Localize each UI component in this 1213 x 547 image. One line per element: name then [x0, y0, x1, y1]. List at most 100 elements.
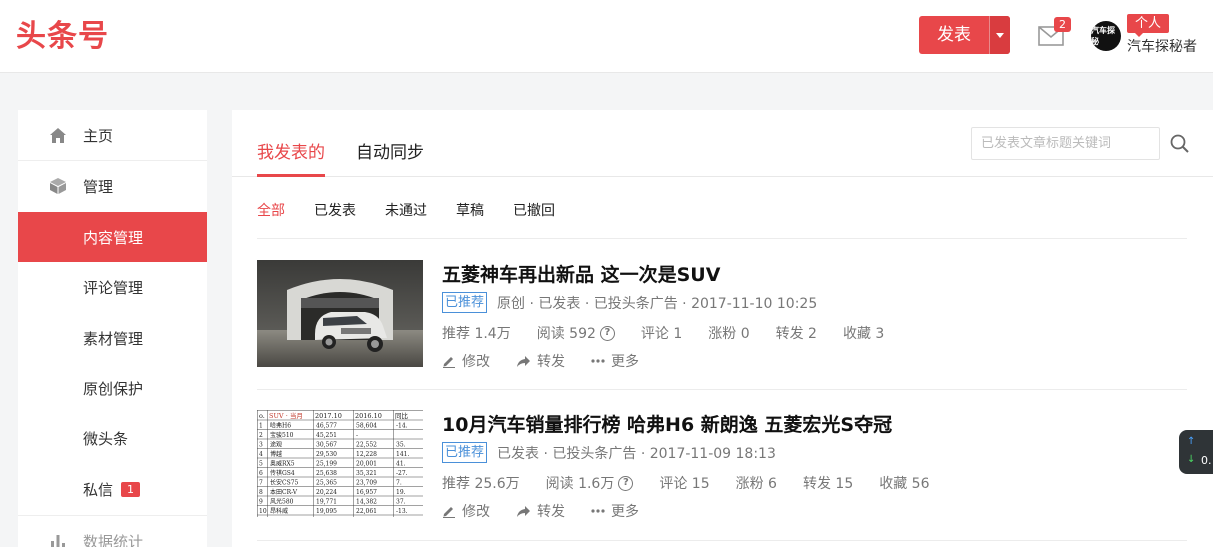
search-input[interactable] [971, 127, 1160, 160]
thumb-table-cell: 41. [396, 461, 406, 468]
thumb-table-cell: 37. [396, 499, 406, 506]
more-button[interactable]: 更多 [591, 351, 639, 371]
thumb-table-index-cell: 7 [259, 480, 263, 487]
chevron-down-icon [996, 32, 1004, 38]
share-button[interactable]: 转发 [516, 501, 565, 521]
sidebar-item-messages[interactable]: 私信 1 [18, 464, 207, 514]
tab-auto-sync[interactable]: 自动同步 [356, 138, 424, 163]
thumb-table-cell: 23,709 [356, 480, 377, 487]
sidebar-item-label: 原创保护 [83, 379, 144, 398]
article-title[interactable]: 10月汽车销量排行榜 哈弗H6 新朗逸 五菱宏光S夺冠 [442, 410, 892, 437]
thumb-table-cell: 传祺GS4 [270, 469, 295, 477]
sidebar-item-manage[interactable]: 管理 [18, 161, 207, 211]
sidebar-item-comment-manage[interactable]: 评论管理 [18, 262, 207, 312]
share-label: 转发 [537, 504, 565, 520]
account-type-badge: 个人 [1127, 14, 1170, 37]
sidebar-item-statistics[interactable]: 数据统计 [18, 516, 207, 547]
article-meta-text: 已发表 · 已投头条广告 · 2017-11-09 18:13 [497, 445, 776, 462]
stat-fans: 涨粉 6 [735, 476, 777, 492]
article-meta-text: 原创 · 已发表 · 已投头条广告 · 2017-11-10 10:25 [497, 295, 818, 312]
thumb-table-cell: 16,957 [356, 489, 377, 496]
thumb-table-cell: 哈弗H6 [270, 422, 291, 430]
more-dots-icon [591, 509, 605, 513]
divider [257, 238, 1187, 239]
article-title[interactable]: 五菱神车再出新品 这一次是SUV [442, 260, 720, 287]
sidebar-item-home[interactable]: 主页 [18, 110, 207, 160]
thumb-table-cell: 途观 [270, 441, 282, 449]
thumb-table-cell: 141. [396, 451, 409, 458]
thumb-table-cell: 昂科威 [270, 507, 288, 515]
divider [257, 540, 1187, 541]
thumb-table-cell: 14,382 [356, 499, 377, 506]
more-label: 更多 [611, 504, 639, 520]
share-label: 转发 [537, 354, 565, 370]
thumb-table-index-cell: 10 [259, 508, 267, 515]
help-icon[interactable]: ? [618, 475, 634, 491]
active-tab-indicator [257, 174, 325, 177]
publish-label[interactable]: 发表 [919, 16, 989, 54]
thumb-table-cell: -27. [396, 470, 408, 477]
thumb-table-header-cell: 2017.10 [315, 412, 342, 420]
message-count-badge: 1 [121, 481, 141, 497]
thumb-table-cell: 58,604 [356, 423, 377, 430]
more-button[interactable]: 更多 [591, 501, 639, 521]
bar-chart-icon [48, 531, 68, 547]
thumb-table-index-cell: 1 [259, 423, 263, 430]
article-meta: 已推荐 已发表 · 已投头条广告 · 2017-11-09 18:13 [442, 442, 776, 463]
thumb-table-index-cell: 3 [259, 442, 263, 449]
thumb-table-header-cell: 同比 [395, 411, 409, 420]
sidebar-item-content-manage[interactable]: 内容管理 [18, 212, 207, 262]
thumb-table-index-cell: 2 [259, 432, 263, 439]
tab-my-published[interactable]: 我发表的 [257, 138, 325, 163]
up-arrow-icon: ↑ [1187, 436, 1196, 447]
article-thumbnail[interactable] [257, 260, 423, 367]
thumb-table-cell: 19,771 [316, 499, 337, 506]
filter-all[interactable]: 全部 [257, 200, 285, 220]
filter-withdrawn[interactable]: 已撤回 [513, 200, 555, 220]
share-arrow-icon [517, 355, 530, 367]
filter-published[interactable]: 已发表 [314, 200, 356, 220]
thumb-table-cell: 12,228 [356, 451, 377, 458]
thumb-table-cell: 46,577 [316, 423, 337, 430]
stat-recommend: 推荐 1.4万 [442, 326, 511, 342]
stat-read-wrap: 阅读 592? [537, 323, 615, 343]
edit-button[interactable]: 修改 [442, 501, 490, 521]
publish-button[interactable]: 发表 [919, 16, 1010, 54]
search-icon[interactable] [1169, 133, 1191, 155]
share-button[interactable]: 转发 [516, 351, 565, 371]
filter-rejected[interactable]: 未通过 [385, 200, 427, 220]
sidebar-item-material-manage[interactable]: 素材管理 [18, 313, 207, 363]
username[interactable]: 汽车探秘者 [1127, 36, 1197, 56]
help-icon[interactable]: ? [599, 325, 615, 341]
stat-recommend: 推荐 25.6万 [442, 476, 520, 492]
pencil-icon [443, 507, 455, 518]
sidebar-item-label: 数据统计 [83, 532, 144, 547]
article-stats: 推荐 1.4万 阅读 592? 评论 1 涨粉 0 转发 2 收藏 3 [442, 323, 910, 343]
home-icon [48, 125, 68, 145]
stat-comment: 评论 15 [659, 476, 710, 492]
thumb-table-index-cell: 5 [259, 461, 263, 468]
thumb-table-index-cell: 9 [259, 499, 263, 506]
floating-speed-widget[interactable]: ↑ ↓ 0. [1179, 430, 1213, 474]
article-meta: 已推荐 原创 · 已发表 · 已投头条广告 · 2017-11-10 10:25 [442, 292, 817, 313]
thumb-table-cell: 19. [396, 489, 406, 496]
toutiaohao-logo[interactable]: 头条号 [16, 18, 109, 56]
sidebar-item-label: 素材管理 [83, 329, 144, 348]
filter-draft[interactable]: 草稿 [456, 200, 484, 220]
thumb-table-cell: 本田CR-V [270, 488, 298, 496]
avatar[interactable]: 汽车探秘 [1091, 21, 1121, 51]
more-label: 更多 [611, 354, 639, 370]
sidebar-item-original-protect[interactable]: 原创保护 [18, 363, 207, 413]
thumb-table-index-cell: 8 [259, 489, 263, 496]
edit-label: 修改 [462, 504, 490, 520]
stat-read: 阅读 592 [536, 326, 596, 342]
sidebar-item-label-wrap: 私信 1 [83, 479, 141, 500]
thumb-table-cell: 35. [396, 442, 406, 449]
publish-dropdown-toggle[interactable] [989, 16, 1010, 54]
article-thumbnail[interactable]: o. SUV · 当月 2017.10 2016.10 同比 1 哈弗H6 46,577 58,… [257, 410, 423, 517]
widget-value: 0. [1201, 454, 1212, 467]
edit-button[interactable]: 修改 [442, 351, 490, 371]
sidebar-item-micro-toutiao[interactable]: 微头条 [18, 413, 207, 463]
article-actions: 修改 转发 更多 [442, 501, 665, 521]
divider [232, 176, 1213, 177]
